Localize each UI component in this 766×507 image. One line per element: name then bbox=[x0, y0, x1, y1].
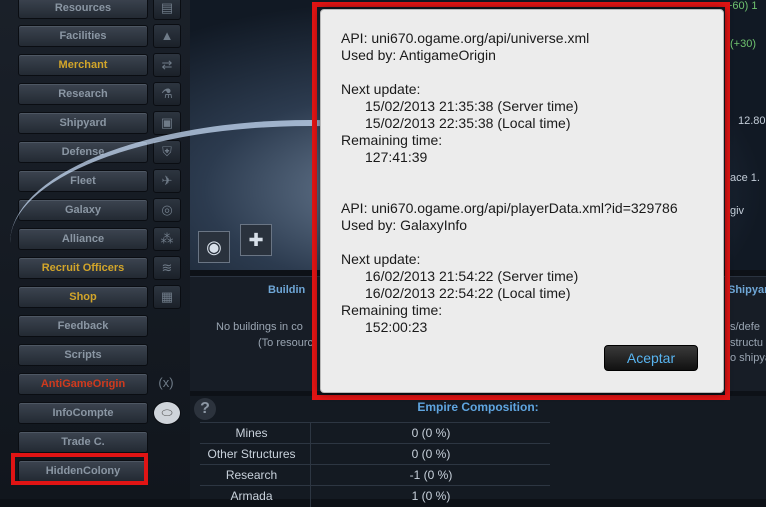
menu-item-infocompte[interactable]: InfoCompte bbox=[18, 402, 148, 424]
remaining-time-2: 152:00:23 bbox=[365, 319, 428, 335]
remaining-time-1: 127:41:39 bbox=[365, 149, 428, 165]
resource-production-1: +60) 1 bbox=[726, 0, 758, 12]
menu-item-shipyard[interactable]: Shipyard bbox=[18, 112, 148, 134]
menu-item-scripts[interactable]: Scripts bbox=[18, 344, 148, 366]
resources-icon[interactable]: ▤ bbox=[153, 0, 181, 20]
right-defences-text: s/defe bbox=[730, 321, 760, 333]
local-time-2: 16/02/2013 22:54:22 (Local time) bbox=[365, 285, 571, 301]
used-by-2: Used by: GalaxyInfo bbox=[341, 217, 468, 233]
add-tab-icon[interactable]: ✚ bbox=[240, 224, 272, 256]
right-value: 12.80 bbox=[738, 115, 766, 127]
row-label: Research bbox=[225, 468, 278, 482]
row-label: Mines bbox=[235, 426, 268, 440]
server-time-2: 16/02/2013 21:54:22 (Server time) bbox=[365, 268, 579, 284]
row-value: 0 (0 %) bbox=[310, 444, 551, 465]
row-value: -1 (0 %) bbox=[310, 465, 551, 486]
infocompte-icon[interactable]: ⬭ bbox=[153, 401, 181, 425]
menu-item-facilities[interactable]: Facilities bbox=[18, 25, 148, 47]
server-time-1: 15/02/2013 21:35:38 (Server time) bbox=[365, 98, 579, 114]
menu-item-merchant[interactable]: Merchant bbox=[18, 54, 148, 76]
accept-button[interactable]: Aceptar bbox=[604, 345, 698, 371]
right-space: ace 1. bbox=[730, 172, 760, 184]
table-row: Research -1 (0 %) bbox=[200, 464, 550, 486]
table-row: Mines 0 (0 %) bbox=[200, 422, 550, 444]
antigame-close-badge[interactable]: (x) bbox=[153, 372, 179, 394]
api-url-2: API: uni670.ogame.org/api/playerData.xml… bbox=[341, 200, 678, 216]
table-row: Armada 1 (0 %) bbox=[200, 485, 550, 507]
row-value: 1 (0 %) bbox=[310, 486, 551, 507]
resource-production-2: (+30) bbox=[730, 38, 756, 50]
empire-panel: ? Empire Composition: Mines 0 (0 %) Othe… bbox=[190, 396, 766, 507]
buildings-header: Buildin bbox=[268, 284, 306, 296]
facilities-icon[interactable]: ▲ bbox=[153, 24, 181, 48]
menu-item-trade-calculator[interactable]: Trade C. bbox=[18, 431, 148, 453]
table-row: Other Structures 0 (0 %) bbox=[200, 443, 550, 465]
row-value: 0 (0 %) bbox=[310, 423, 551, 444]
research-icon[interactable]: ⚗ bbox=[153, 82, 181, 106]
right-give: giv bbox=[730, 205, 745, 217]
menu-item-resources[interactable]: Resources bbox=[18, 0, 148, 19]
menu-item-antigameorigin[interactable]: AntiGameOrigin bbox=[18, 373, 148, 395]
remaining-label-2: Remaining time: bbox=[341, 302, 443, 318]
right-shipyard-link[interactable]: o shipya bbox=[730, 352, 766, 364]
merchant-icon[interactable]: ⇄ bbox=[153, 53, 181, 77]
local-time-1: 15/02/2013 22:35:38 (Local time) bbox=[365, 115, 571, 131]
menu-item-research[interactable]: Research bbox=[18, 83, 148, 105]
remaining-label-1: Remaining time: bbox=[341, 132, 443, 148]
planet-tab-icon[interactable]: ◉ bbox=[198, 231, 230, 263]
shipyard-icon[interactable]: ▣ bbox=[153, 111, 181, 135]
right-structures-text: structu bbox=[730, 337, 764, 349]
next-update-label-1: Next update: bbox=[341, 81, 421, 97]
api-url-1: API: uni670.ogame.org/api/universe.xml bbox=[341, 30, 590, 46]
to-resources-link[interactable]: (To resourc bbox=[258, 337, 313, 349]
hidden-colony-highlight bbox=[11, 453, 148, 485]
no-buildings-text: No buildings in co bbox=[216, 321, 303, 333]
shipyard-header: Shipyard bbox=[728, 284, 766, 296]
used-by-1: Used by: AntigameOrigin bbox=[341, 47, 496, 63]
empire-title: Empire Composition: bbox=[417, 400, 539, 414]
row-label: Other Structures bbox=[207, 447, 296, 461]
api-info-dialog: API: uni670.ogame.org/api/universe.xml U… bbox=[320, 9, 724, 393]
row-label: Armada bbox=[230, 489, 273, 503]
next-update-label-2: Next update: bbox=[341, 251, 421, 267]
